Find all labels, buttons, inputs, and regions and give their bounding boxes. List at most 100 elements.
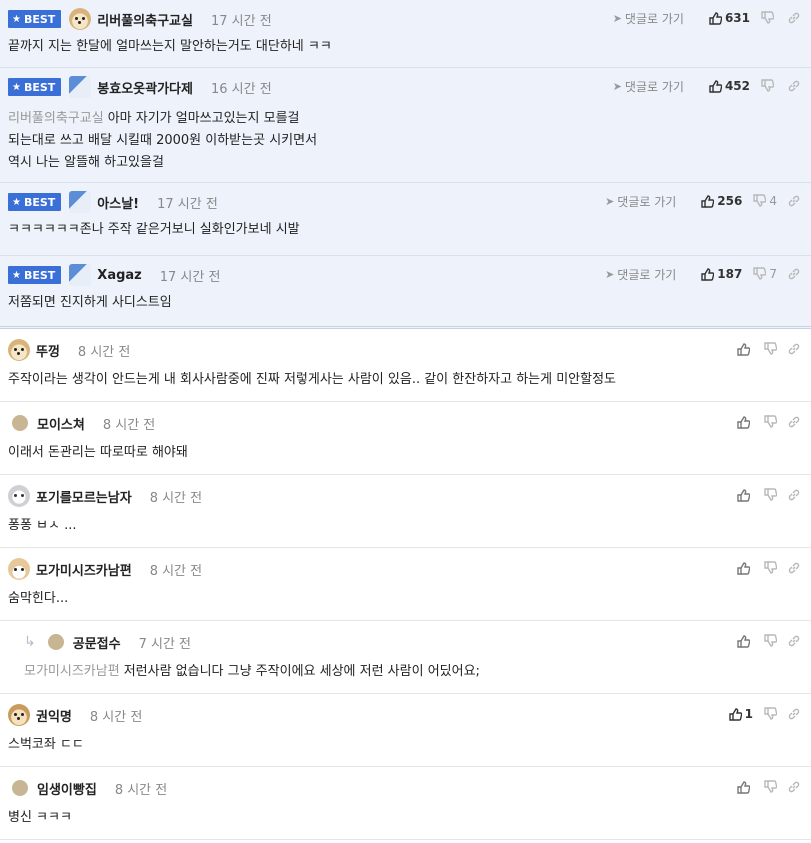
best-comment: ★ BEST 리버풀의축구교실 17 시간 전 ➤ 댓글로 가기 631 끝까지 지는 한달에… bbox=[0, 0, 811, 68]
share-link-button[interactable] bbox=[787, 634, 801, 648]
comment-actions bbox=[726, 339, 801, 359]
nickname[interactable]: 뚜껑 bbox=[36, 341, 60, 360]
best-label: BEST bbox=[23, 268, 56, 282]
reply-arrow-icon: ↳ bbox=[24, 634, 36, 650]
dislike-button[interactable] bbox=[763, 780, 777, 794]
dislike-button[interactable] bbox=[763, 488, 777, 502]
link-icon bbox=[787, 780, 801, 794]
comment-body: 주작이라는 생각이 안드는게 내 회사사람중에 진짜 저렇게사는 사람이 있음.… bbox=[8, 369, 616, 391]
share-link-button[interactable] bbox=[787, 267, 801, 281]
mention[interactable]: 모가미시즈카남편 bbox=[24, 664, 120, 679]
avatar[interactable] bbox=[69, 76, 92, 98]
dislike-button[interactable] bbox=[763, 342, 777, 356]
comment-text: 병신 ㅋㅋㅋ bbox=[8, 810, 72, 825]
dislike-button[interactable] bbox=[763, 415, 777, 429]
avatar[interactable] bbox=[47, 634, 64, 650]
avatar[interactable] bbox=[12, 780, 28, 796]
comment-header: 포기를모르는남자 8 시간 전 bbox=[8, 485, 202, 507]
comment-header: 모가미시즈카남편 8 시간 전 bbox=[8, 558, 202, 580]
nickname[interactable]: 임생이빵집 bbox=[37, 779, 97, 798]
comment: 뚜껑 8 시간 전 주작이라는 생각이 안드는게 내 회사사람중에 진짜 저렇게사는… bbox=[0, 329, 811, 402]
send-arrow-icon: ➤ bbox=[605, 194, 615, 208]
avatar[interactable] bbox=[12, 415, 28, 431]
comment-line: 저쫌되면 진지하게 사디스트임 bbox=[8, 292, 172, 314]
thumbs-up-icon bbox=[700, 194, 715, 208]
goto-reply-link[interactable]: ➤ 댓글로 가기 bbox=[613, 78, 684, 95]
comment-line: ㅋㅋㅋㅋㅋㅋ존나 주작 같은거보니 실화인가보네 시발 bbox=[8, 219, 300, 241]
send-arrow-icon: ➤ bbox=[612, 79, 622, 93]
comment-header: 권익명 8 시간 전 bbox=[8, 704, 142, 726]
comment-body: 저쫌되면 진지하게 사디스트임 bbox=[8, 292, 172, 314]
link-icon bbox=[787, 488, 801, 502]
dislike-button[interactable] bbox=[760, 79, 777, 93]
nickname[interactable]: 권익명 bbox=[36, 706, 72, 725]
like-button[interactable] bbox=[736, 780, 753, 794]
like-button[interactable] bbox=[736, 634, 753, 648]
nickname[interactable]: 봉효오옷곽가다제 bbox=[97, 78, 193, 97]
avatar[interactable] bbox=[8, 339, 30, 361]
dislike-button[interactable]: 7 bbox=[752, 267, 777, 281]
like-button[interactable] bbox=[736, 342, 753, 356]
nickname[interactable]: 모가미시즈카남편 bbox=[36, 560, 132, 579]
goto-reply-link[interactable]: ➤ 댓글로 가기 bbox=[613, 10, 684, 27]
dislike-button[interactable]: 4 bbox=[752, 194, 777, 208]
share-link-button[interactable] bbox=[787, 415, 801, 429]
nickname[interactable]: 포기를모르는남자 bbox=[36, 487, 132, 506]
avatar[interactable] bbox=[8, 485, 30, 507]
like-button[interactable]: 187 bbox=[700, 267, 742, 281]
thumbs-up-icon bbox=[708, 11, 722, 25]
star-icon: ★ bbox=[12, 81, 21, 93]
dislike-button[interactable] bbox=[763, 561, 777, 575]
avatar[interactable] bbox=[69, 8, 92, 30]
comment: 임생이빵집 8 시간 전 병신 ㅋㅋㅋ bbox=[0, 767, 811, 840]
like-button[interactable]: 452 bbox=[708, 79, 750, 93]
mention[interactable]: 리버풀의축구교실 bbox=[8, 111, 104, 126]
link-icon bbox=[787, 707, 801, 721]
timestamp: 17 시간 전 bbox=[157, 196, 218, 212]
share-link-button[interactable] bbox=[787, 342, 801, 356]
like-button[interactable] bbox=[736, 561, 753, 575]
comment: 권익명 8 시간 전 1 스벅코좌 ㄷㄷ bbox=[0, 694, 811, 767]
share-link-button[interactable] bbox=[787, 79, 801, 93]
comment-body: 이래서 돈관리는 따로따로 해야돼 bbox=[8, 442, 188, 464]
thumbs-up-icon bbox=[736, 415, 750, 429]
like-button[interactable]: 631 bbox=[708, 11, 750, 25]
like-button[interactable]: 256 bbox=[700, 194, 742, 208]
comment-actions: 1 bbox=[718, 704, 801, 724]
share-link-button[interactable] bbox=[787, 11, 801, 25]
nickname[interactable]: 아스날! bbox=[97, 193, 139, 212]
avatar[interactable] bbox=[69, 264, 92, 286]
nickname[interactable]: 모이스쳐 bbox=[37, 414, 85, 433]
like-button[interactable] bbox=[736, 488, 753, 502]
like-button[interactable]: 1 bbox=[728, 707, 753, 721]
comment-line: 역시 나는 알뜰해 하고있을걸 bbox=[8, 152, 317, 174]
like-button[interactable] bbox=[736, 415, 753, 429]
nickname[interactable]: 리버풀의축구교실 bbox=[97, 10, 193, 29]
goto-reply-link[interactable]: ➤ 댓글로 가기 bbox=[605, 193, 676, 210]
goto-reply-link[interactable]: ➤ 댓글로 가기 bbox=[605, 266, 676, 283]
like-count: 631 bbox=[724, 11, 750, 25]
share-link-button[interactable] bbox=[787, 561, 801, 575]
best-label: BEST bbox=[23, 80, 56, 94]
dislike-button[interactable] bbox=[763, 707, 777, 721]
send-arrow-icon: ➤ bbox=[605, 267, 615, 281]
avatar[interactable] bbox=[8, 704, 30, 726]
comment-header: ★ BEST 아스날! 17 시간 전 bbox=[8, 191, 218, 213]
avatar[interactable] bbox=[69, 191, 92, 213]
thumbs-up-icon bbox=[700, 267, 715, 281]
dislike-button[interactable] bbox=[763, 634, 777, 648]
link-icon bbox=[787, 634, 801, 648]
nickname[interactable]: 공문접수 bbox=[73, 633, 121, 652]
share-link-button[interactable] bbox=[787, 780, 801, 794]
comment-text: 주작이라는 생각이 안드는게 내 회사사람중에 진짜 저렇게사는 사람이 있음.… bbox=[8, 372, 617, 387]
dislike-button[interactable] bbox=[760, 11, 777, 25]
timestamp: 7 시간 전 bbox=[138, 636, 191, 652]
share-link-button[interactable] bbox=[787, 707, 801, 721]
like-count: 256 bbox=[717, 194, 743, 208]
nickname[interactable]: Xagaz bbox=[97, 268, 141, 283]
share-link-button[interactable] bbox=[787, 488, 801, 502]
share-link-button[interactable] bbox=[787, 194, 801, 208]
thumbs-up-icon bbox=[728, 707, 742, 721]
avatar[interactable] bbox=[8, 558, 30, 580]
comment-header: ↳ 공문접수 7 시간 전 bbox=[24, 631, 191, 653]
